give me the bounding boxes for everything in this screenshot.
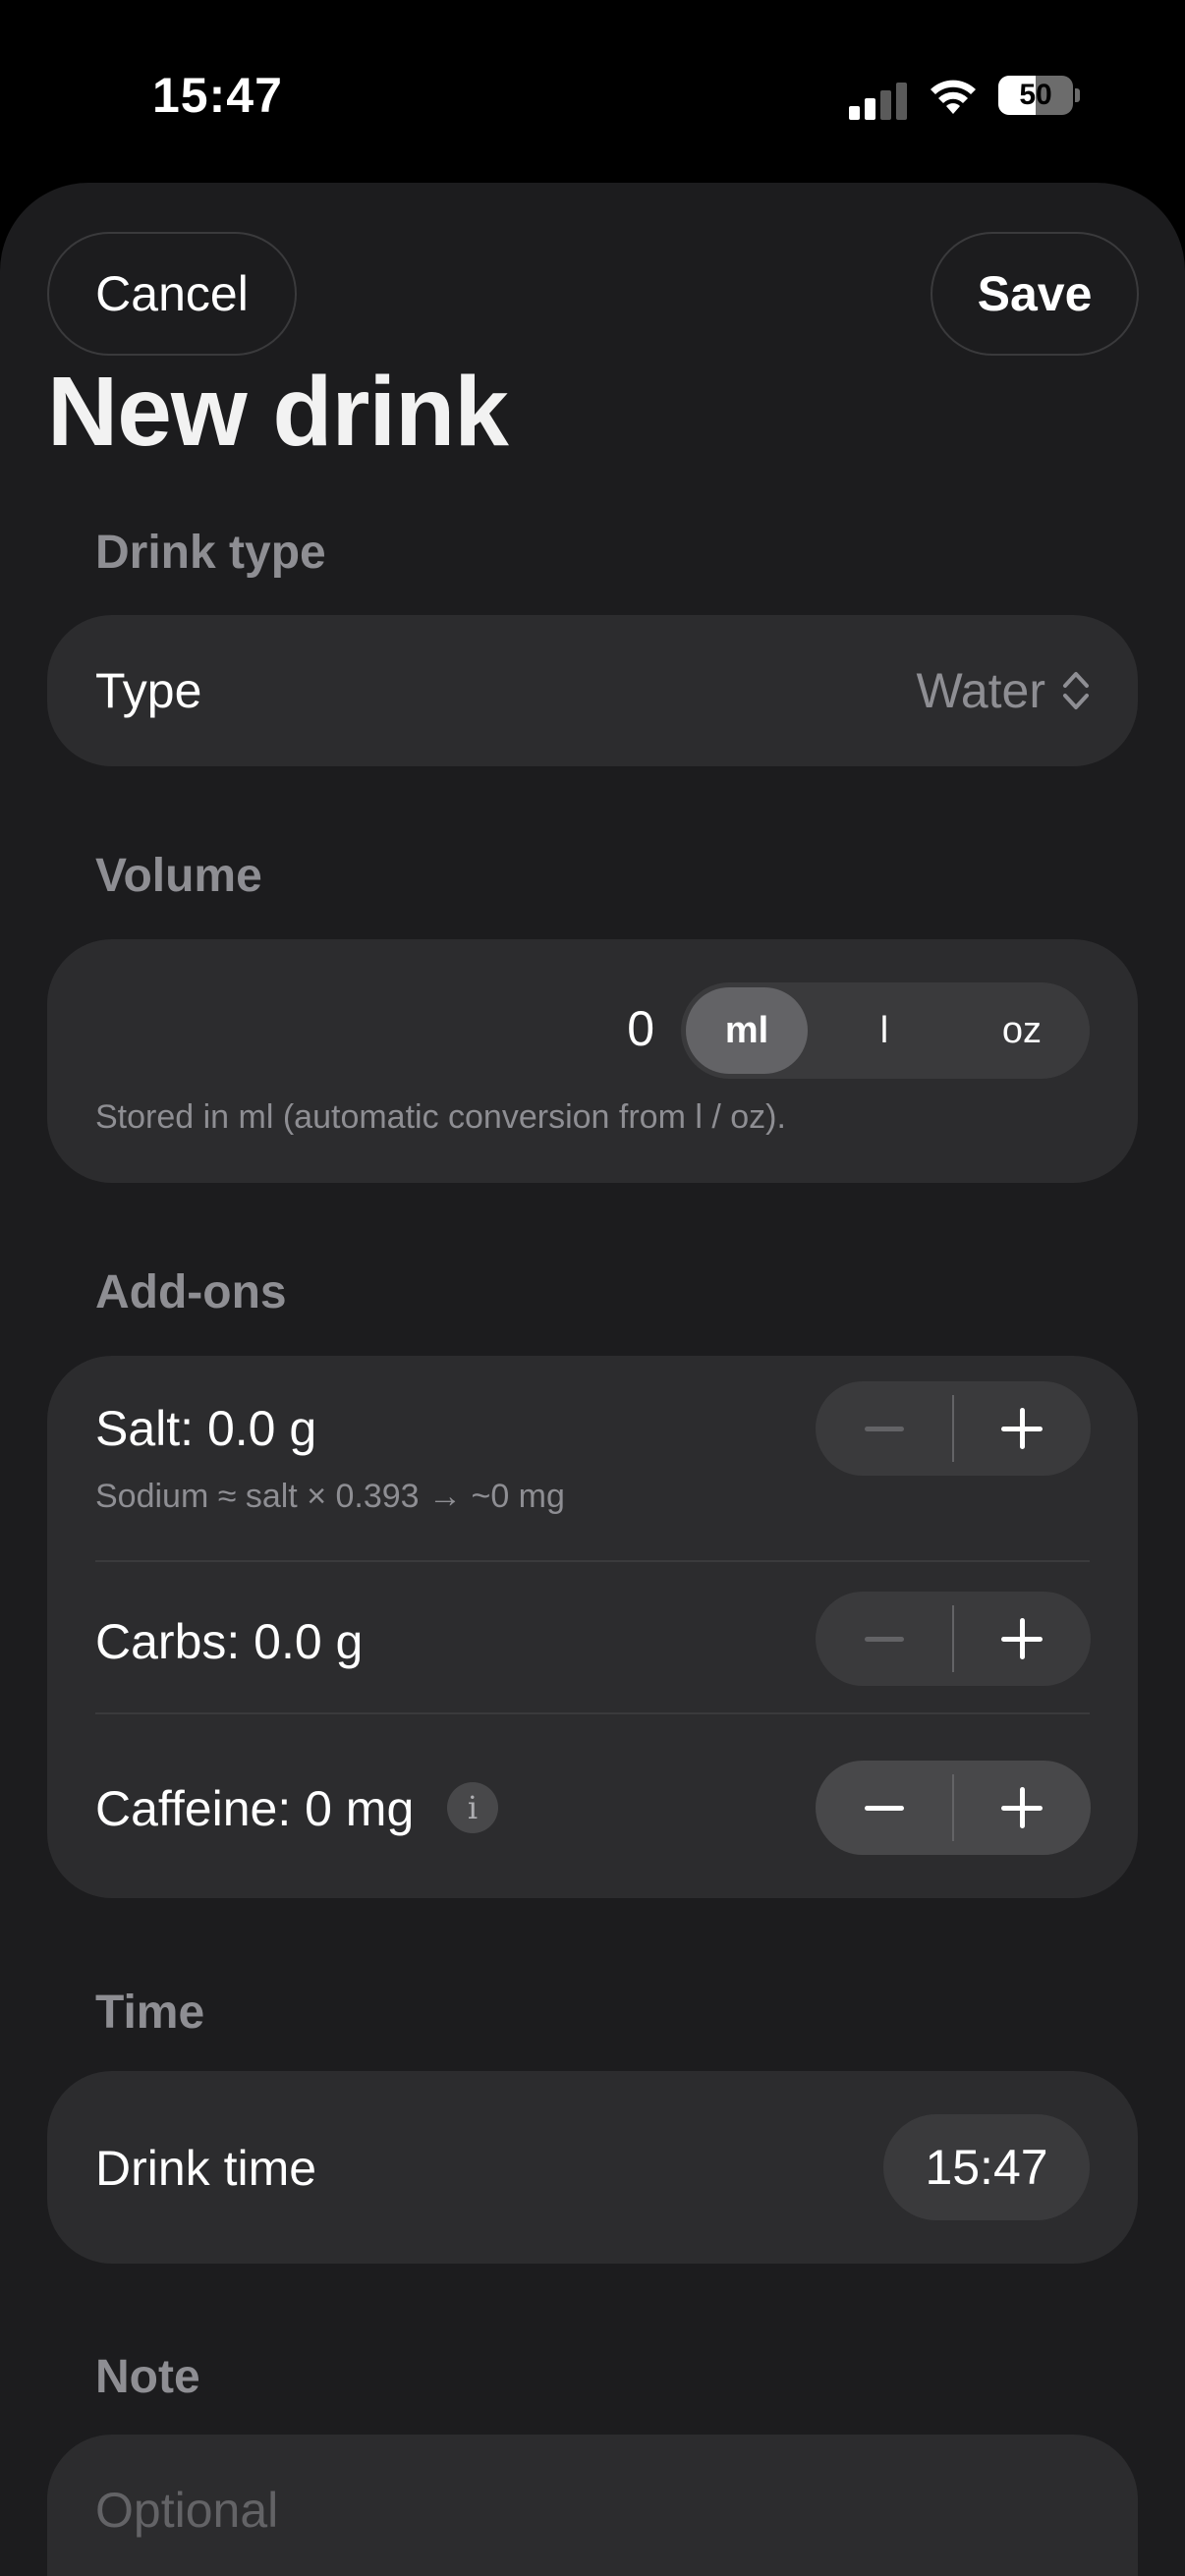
battery-level: 50: [1019, 79, 1052, 111]
minus-icon: [865, 1426, 904, 1431]
divider: [95, 1712, 1090, 1714]
cancel-button[interactable]: Cancel: [47, 232, 297, 356]
note-placeholder: Optional: [95, 2483, 279, 2538]
caffeine-label: Caffeine: 0 mg: [95, 1781, 415, 1836]
save-button[interactable]: Save: [931, 232, 1139, 356]
info-icon[interactable]: i: [447, 1782, 498, 1833]
volume-hint: Stored in ml (automatic conversion from …: [95, 1098, 786, 1136]
section-header-drink-type: Drink type: [95, 527, 326, 579]
carbs-increment-button[interactable]: [953, 1592, 1091, 1686]
minus-icon: [865, 1805, 904, 1811]
page-title: New drink: [47, 357, 509, 467]
unit-option-oz[interactable]: oz: [961, 982, 1083, 1079]
battery-icon: 50: [998, 76, 1081, 115]
unit-segmented-control[interactable]: ml l oz: [681, 982, 1090, 1079]
caffeine-increment-button[interactable]: [953, 1761, 1091, 1855]
carbs-label: Carbs: 0.0 g: [95, 1614, 364, 1669]
section-header-volume: Volume: [95, 850, 262, 902]
salt-sodium-note: Sodium ≈ salt × 0.393 → ~0 mg: [95, 1478, 565, 1515]
caffeine-decrement-button[interactable]: [816, 1761, 953, 1855]
section-header-note: Note: [95, 2351, 200, 2403]
wifi-icon: [931, 80, 976, 114]
unit-option-l[interactable]: l: [823, 982, 945, 1079]
drink-type-picker[interactable]: Type Water: [47, 615, 1138, 766]
drink-type-label: Type: [95, 663, 202, 718]
salt-increment-button[interactable]: [953, 1381, 1091, 1476]
chevron-up-down-icon: [1063, 672, 1089, 709]
salt-label: Salt: 0.0 g: [95, 1401, 317, 1456]
salt-stepper: [816, 1381, 1091, 1476]
section-header-addons: Add-ons: [95, 1266, 287, 1318]
plus-icon: [1001, 1408, 1043, 1449]
salt-decrement-button[interactable]: [816, 1381, 953, 1476]
volume-input[interactable]: 0: [550, 1000, 654, 1057]
drink-time-label: Drink time: [95, 2141, 317, 2196]
drink-type-value: Water: [916, 663, 1046, 718]
note-field[interactable]: Optional: [47, 2435, 1138, 2576]
section-header-time: Time: [95, 1987, 205, 2039]
cellular-signal-icon: [849, 81, 908, 120]
caffeine-stepper: [816, 1761, 1091, 1855]
plus-icon: [1001, 1787, 1043, 1828]
status-time: 15:47: [152, 68, 283, 123]
minus-icon: [865, 1636, 904, 1642]
unit-option-ml[interactable]: ml: [686, 982, 808, 1079]
carbs-decrement-button[interactable]: [816, 1592, 953, 1686]
divider: [95, 1560, 1090, 1562]
plus-icon: [1001, 1618, 1043, 1659]
carbs-stepper: [816, 1592, 1091, 1686]
drink-time-picker-button[interactable]: 15:47: [883, 2114, 1090, 2220]
